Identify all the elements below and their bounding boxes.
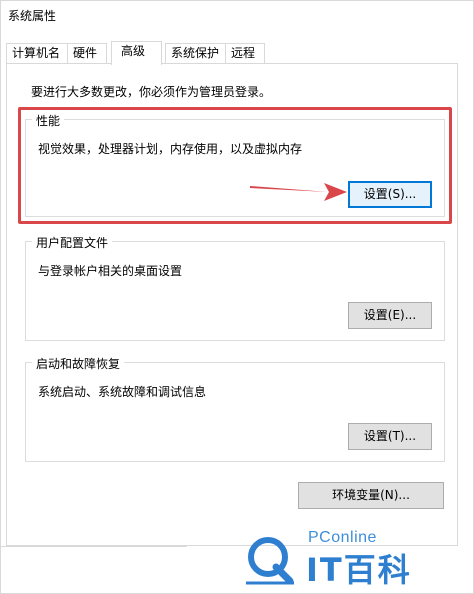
tab-system-protection[interactable]: 系统保护 xyxy=(165,43,226,64)
admin-notice: 要进行大多数更改，你必须作为管理员登录。 xyxy=(31,85,272,99)
tab-computer-name[interactable]: 计算机名 xyxy=(6,43,68,64)
tab-advanced[interactable]: 高级 xyxy=(111,41,162,65)
startup-recovery-settings-button[interactable]: 设置(T)... xyxy=(348,423,432,450)
user-profiles-description: 与登录帐户相关的桌面设置 xyxy=(38,264,183,278)
watermark-big-text: IT百科 xyxy=(306,551,412,589)
environment-variables-button[interactable]: 环境变量(N)... xyxy=(298,482,444,509)
performance-highlight-box xyxy=(18,107,452,224)
user-profiles-settings-button[interactable]: 设置(E)... xyxy=(348,302,432,329)
red-arrow-icon xyxy=(250,183,347,201)
footer-divider xyxy=(1,546,187,547)
pconline-watermark: PConline IT百科 xyxy=(240,527,460,589)
user-profiles-legend: 用户配置文件 xyxy=(32,234,113,251)
title-bar[interactable]: 系统属性 xyxy=(1,1,473,31)
window-title: 系统属性 xyxy=(8,9,57,23)
tab-hardware[interactable]: 硬件 xyxy=(67,43,107,64)
tab-remote[interactable]: 远程 xyxy=(225,43,265,64)
magnifier-logo-icon xyxy=(246,537,294,585)
startup-recovery-description: 系统启动、系统故障和调试信息 xyxy=(38,385,207,399)
startup-recovery-legend: 启动和故障恢复 xyxy=(32,355,125,372)
system-properties-window: 系统属性 计算机名 硬件 高级 系统保护 远程 要进行大多数更改，你必须作为管理… xyxy=(0,0,474,594)
